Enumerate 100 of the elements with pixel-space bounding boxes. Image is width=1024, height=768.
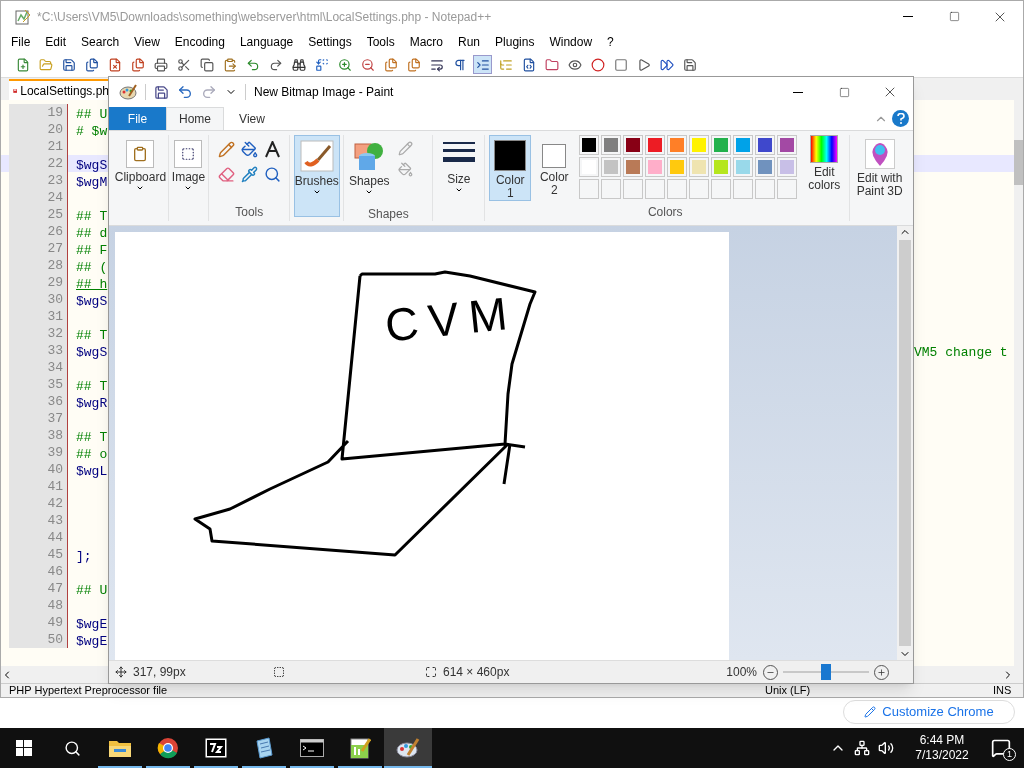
help-icon[interactable] <box>892 110 909 127</box>
group-label: Colors <box>646 204 684 221</box>
menu-item[interactable]: Tools <box>366 33 395 51</box>
palette-swatch[interactable] <box>667 135 688 155</box>
magnifier-icon <box>263 166 281 183</box>
code-text: $wgS <box>76 157 108 173</box>
caret-icon <box>454 186 463 194</box>
menu-item[interactable]: Plugins <box>495 33 535 51</box>
code-text: ## h <box>76 276 108 292</box>
code-text: $wgL <box>76 463 108 479</box>
palette-swatch[interactable] <box>579 135 600 155</box>
brushes-button[interactable]: Brushes <box>293 135 340 217</box>
menu-item[interactable]: ? <box>607 33 614 51</box>
fill-icon <box>240 141 258 158</box>
volume-icon <box>878 740 894 756</box>
color-picker-icon <box>240 166 258 183</box>
handwritten-text: CVM <box>382 287 520 351</box>
canvas[interactable]: CVM <box>115 232 729 660</box>
palette-swatch[interactable] <box>689 157 710 177</box>
line-number: 47 <box>47 579 63 598</box>
palette-swatch[interactable] <box>711 157 732 177</box>
palette-swatch[interactable] <box>689 135 710 155</box>
secondary-color-button[interactable]: Color 2 <box>533 135 576 201</box>
palette-swatch[interactable] <box>777 135 798 155</box>
edit-colors-button[interactable]: Edit colors <box>803 135 846 192</box>
palette-swatch[interactable] <box>755 157 776 177</box>
menu-item[interactable]: Encoding <box>174 33 225 51</box>
document-tab[interactable]: LocalSettings.ph <box>9 79 109 100</box>
code-text: ## T <box>76 378 108 394</box>
line-number: 44 <box>47 528 63 547</box>
window-title: New Bitmap Image - Paint <box>254 84 394 101</box>
redo-icon <box>201 84 217 100</box>
paint-3d-button[interactable]: Edit with Paint 3D <box>850 135 910 221</box>
palette-swatch[interactable] <box>579 157 600 177</box>
primary-color-button[interactable]: Color 1 <box>489 135 532 201</box>
group-label: Shapes <box>366 206 410 223</box>
code-text: ## U <box>76 582 108 598</box>
menu-item[interactable]: File <box>11 33 31 51</box>
taskbar-app[interactable] <box>384 728 432 768</box>
code-text: ## ( <box>76 259 108 275</box>
caret-icon <box>184 184 193 192</box>
palette-swatch[interactable] <box>755 135 776 155</box>
ribbon-tab[interactable]: View <box>224 107 280 130</box>
code-text: $wgR <box>76 395 108 411</box>
line-number: 23 <box>47 171 63 190</box>
palette-swatch[interactable] <box>601 157 622 177</box>
menu-item[interactable]: Window <box>549 33 593 51</box>
menu-item[interactable]: Macro <box>409 33 443 51</box>
menu-item[interactable]: View <box>134 33 160 51</box>
fill-icon <box>398 162 414 177</box>
indent-guide-icon[interactable] <box>473 55 492 74</box>
line-number: 36 <box>47 392 63 411</box>
minimize-icon <box>793 91 803 93</box>
maximize-icon <box>838 86 850 98</box>
code-text: ## U <box>76 106 108 122</box>
caret-icon <box>312 188 321 196</box>
file-menu-button[interactable]: File <box>109 107 166 130</box>
palette-swatch[interactable] <box>733 157 754 177</box>
line-number: 42 <box>47 494 63 513</box>
maximize-icon <box>948 11 960 22</box>
palette-swatch[interactable] <box>623 157 644 177</box>
menu-item[interactable]: Search <box>81 33 120 51</box>
ribbon-tab[interactable]: Home <box>166 107 224 130</box>
zoom-slider[interactable] <box>783 664 869 680</box>
palette-swatch[interactable] <box>645 135 666 155</box>
palette-swatch[interactable] <box>711 135 732 155</box>
menu-item[interactable]: Edit <box>45 33 67 51</box>
insert-mode-label: INS <box>993 683 1013 699</box>
palette-swatch[interactable] <box>733 135 754 155</box>
palette-swatch[interactable] <box>667 157 688 177</box>
paint-3d-icon <box>864 139 895 169</box>
notifications-button[interactable]: 1 <box>978 728 1024 768</box>
code-text: ## T <box>76 429 108 445</box>
line-number: 46 <box>47 562 63 581</box>
code-text: ## d <box>76 225 108 241</box>
palette-swatch[interactable] <box>623 135 644 155</box>
palette-swatch[interactable] <box>777 157 798 177</box>
clipboard-button[interactable]: Clipboard <box>113 135 168 217</box>
window-title: *C:\Users\VM5\Downloads\something\webserver\html\LocalSettings.php - Notepad++ <box>37 8 492 26</box>
palette-swatch[interactable] <box>601 135 622 155</box>
code-text: $wgE <box>76 616 108 632</box>
clipboard-icon <box>132 146 149 162</box>
line-number: 19 <box>47 103 63 122</box>
size-button[interactable]: Size <box>436 135 481 217</box>
menu-item[interactable]: Language <box>239 33 294 51</box>
image-button[interactable]: Image <box>168 135 209 217</box>
line-number: 32 <box>47 324 63 343</box>
code-text: $wgS <box>76 293 108 309</box>
vertical-scrollbar[interactable] <box>1014 100 1023 683</box>
palette-swatch[interactable] <box>645 157 666 177</box>
line-number: 40 <box>47 460 63 479</box>
menu-item[interactable]: Settings <box>308 33 352 51</box>
line-number: 27 <box>47 239 63 258</box>
vertical-scrollbar[interactable] <box>897 226 913 660</box>
customize-chrome-button[interactable]: Customize Chrome <box>843 700 1015 724</box>
line-number: 30 <box>47 290 63 309</box>
network-icon <box>854 740 870 756</box>
code-text: ## F <box>76 242 108 258</box>
notepad-app-icon <box>15 8 31 25</box>
menu-item[interactable]: Run <box>458 33 481 51</box>
